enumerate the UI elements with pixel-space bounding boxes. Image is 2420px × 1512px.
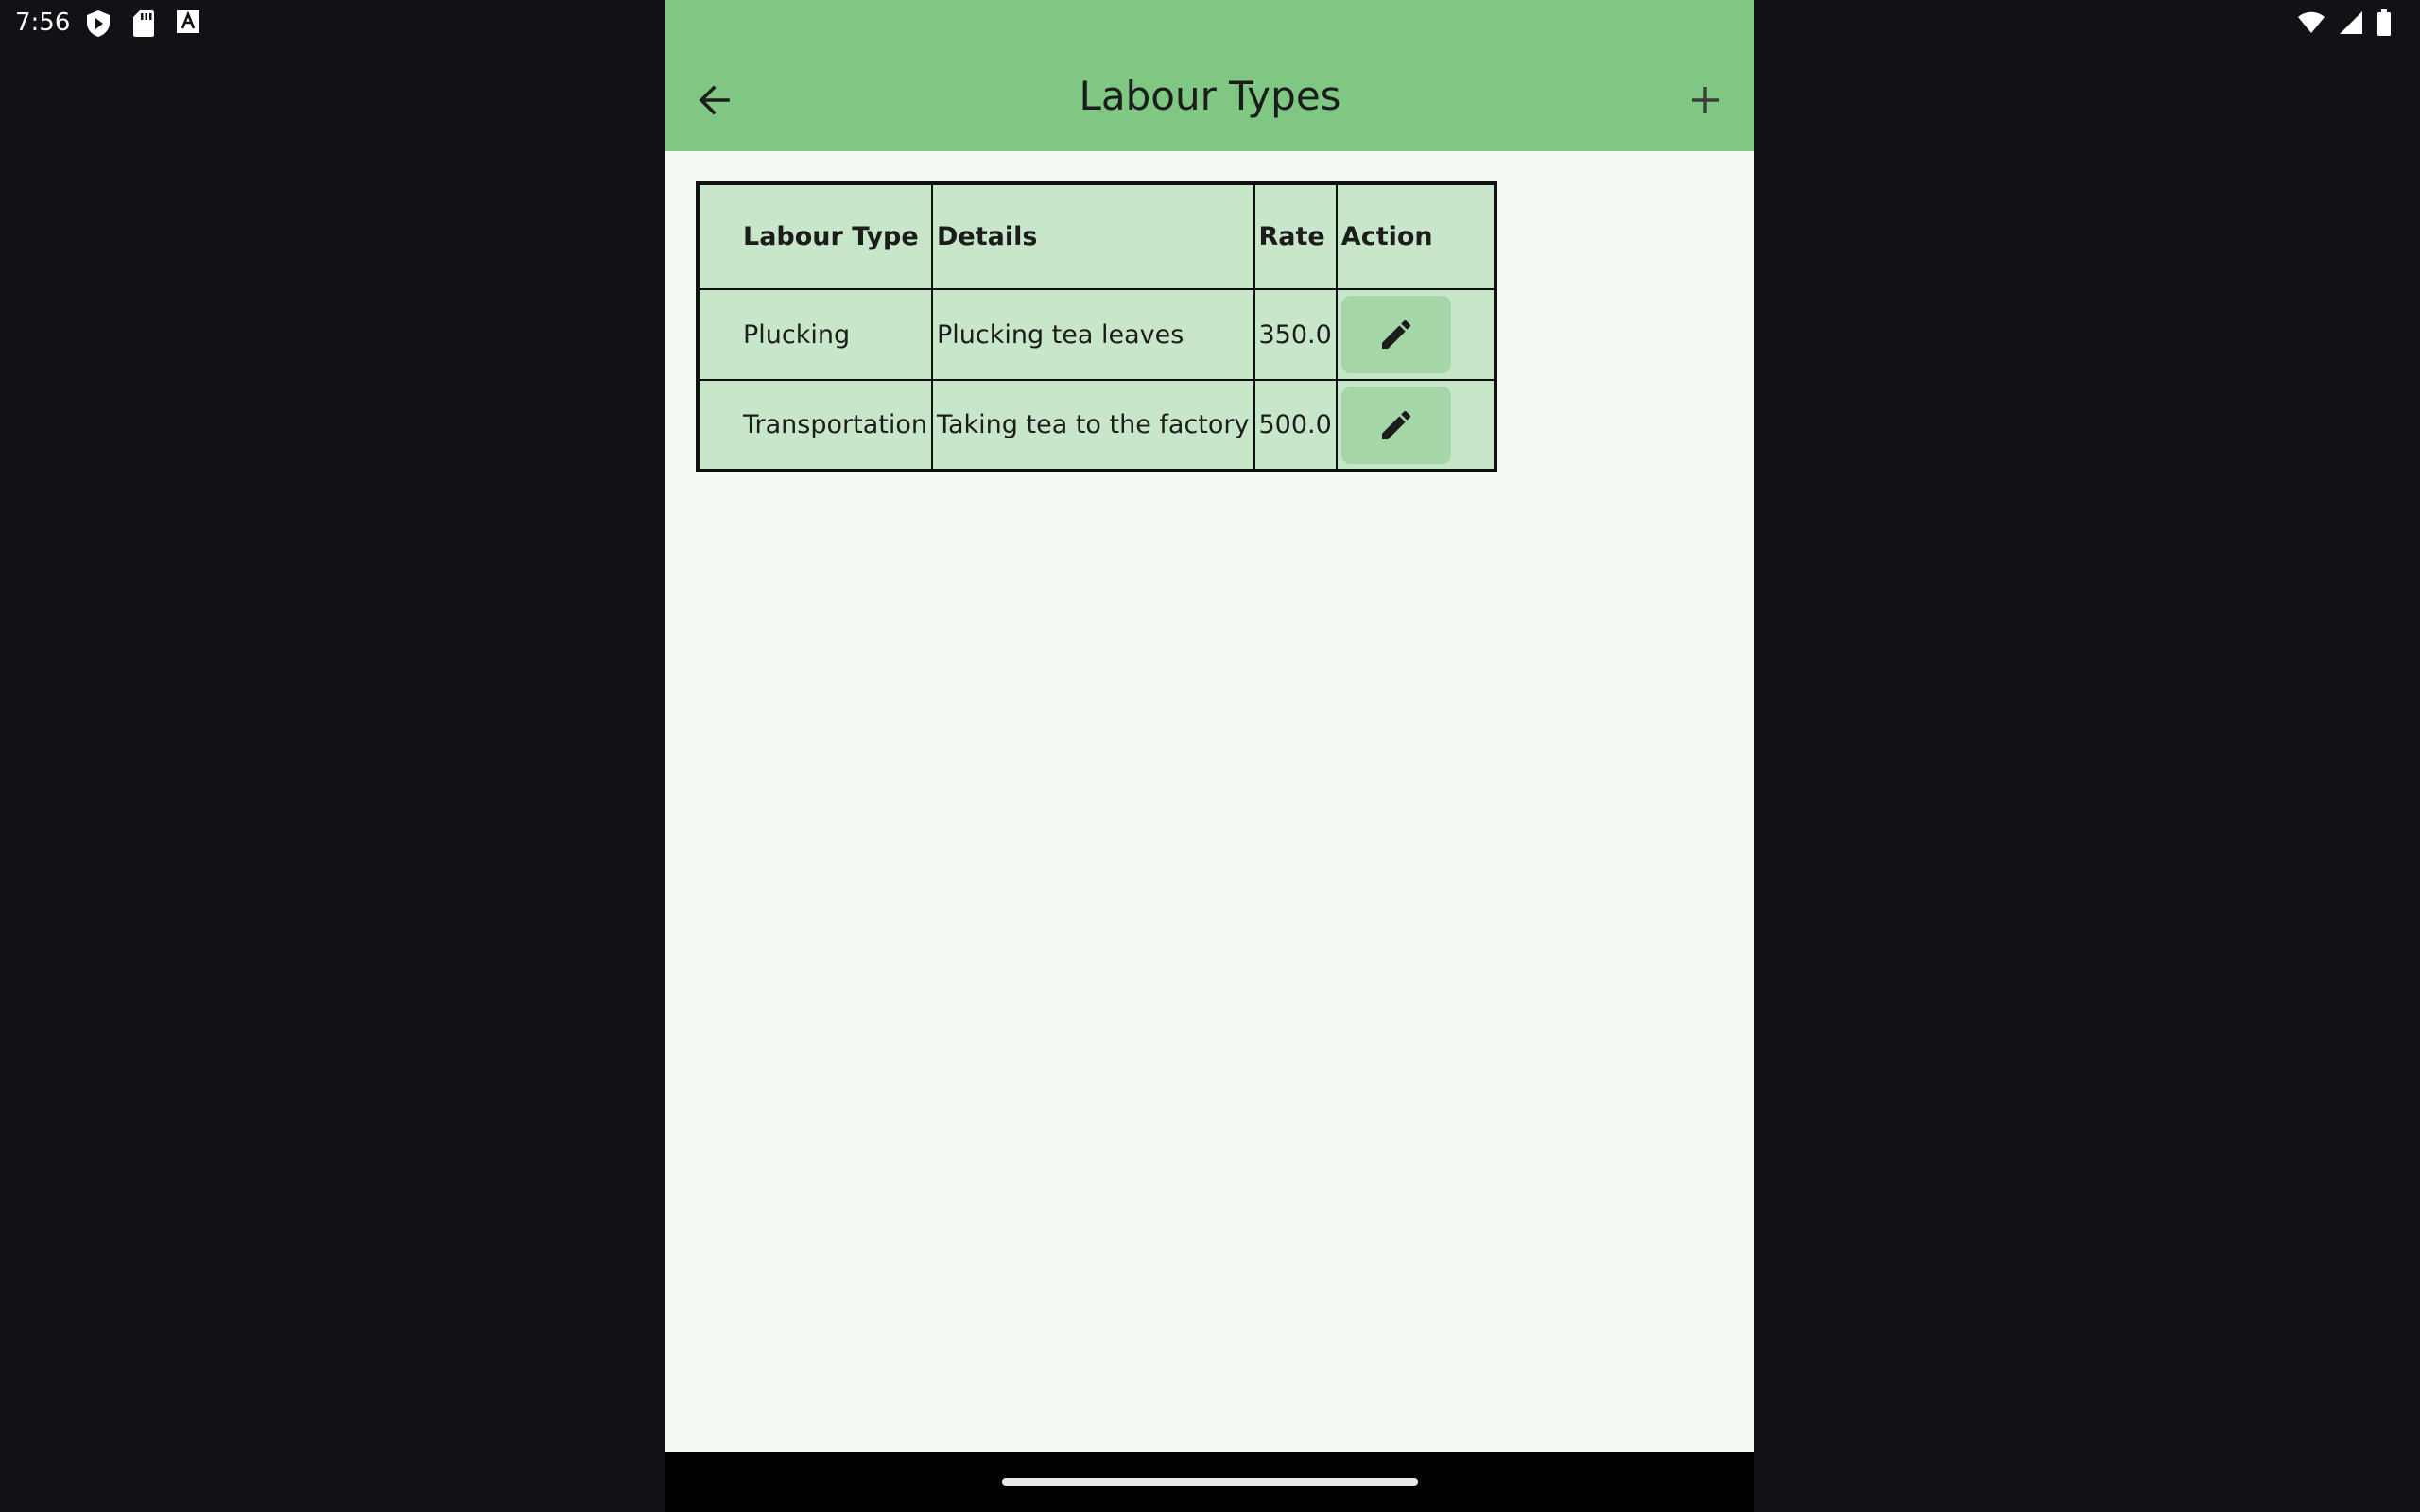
- status-right-icons: [2297, 9, 2392, 36]
- column-header-action: Action: [1335, 182, 1496, 290]
- pencil-icon: [1381, 319, 1410, 349]
- device-screen: 7:56 Labour Types Labour Type Details Ra…: [0, 0, 2420, 1512]
- table-row: Plucking Plucking tea leaves 350.0: [697, 288, 1496, 381]
- font-a-icon: [177, 10, 199, 33]
- details-cell: Taking tea to the factory: [930, 379, 1255, 472]
- column-header-details: Details: [930, 182, 1255, 290]
- status-time: 7:56: [15, 9, 71, 37]
- labour-type-cell: Transportation: [697, 379, 933, 472]
- home-gesture-handle[interactable]: [1002, 1478, 1418, 1486]
- system-navigation-bar: [666, 1452, 1754, 1512]
- signal-icon: [2340, 11, 2362, 34]
- column-header-labour-type: Labour Type: [697, 182, 933, 290]
- labour-types-table-wrapper: Labour Type Details Rate Action Plucking…: [696, 181, 1497, 472]
- labour-types-table: Labour Type Details Rate Action Plucking…: [696, 181, 1497, 472]
- status-left-icons: [85, 9, 200, 38]
- action-cell: [1335, 288, 1496, 381]
- page-title: Labour Types: [1079, 73, 1341, 119]
- labour-type-cell: Plucking: [697, 288, 933, 381]
- sd-card-icon: [133, 10, 154, 37]
- app-bar: Labour Types: [666, 0, 1754, 151]
- edit-button[interactable]: [1340, 296, 1451, 373]
- rate-cell: 350.0: [1253, 288, 1338, 381]
- details-cell: Plucking tea leaves: [930, 288, 1255, 381]
- edit-button[interactable]: [1340, 386, 1451, 464]
- app-window: Labour Types Labour Type Details Rate Ac…: [666, 0, 1754, 1512]
- rate-cell: 500.0: [1253, 379, 1338, 472]
- column-header-rate: Rate: [1253, 182, 1338, 290]
- battery-icon: [2377, 9, 2391, 36]
- pencil-icon: [1381, 410, 1410, 439]
- table-row: Transportation Taking tea to the factory…: [697, 379, 1496, 472]
- plus-icon: [1692, 87, 1719, 113]
- table-header-row: Labour Type Details Rate Action: [697, 182, 1496, 290]
- add-labour-type-button[interactable]: [1671, 66, 1739, 134]
- shield-play-icon: [87, 10, 110, 37]
- action-cell: [1335, 379, 1496, 472]
- wifi-icon: [2298, 11, 2325, 33]
